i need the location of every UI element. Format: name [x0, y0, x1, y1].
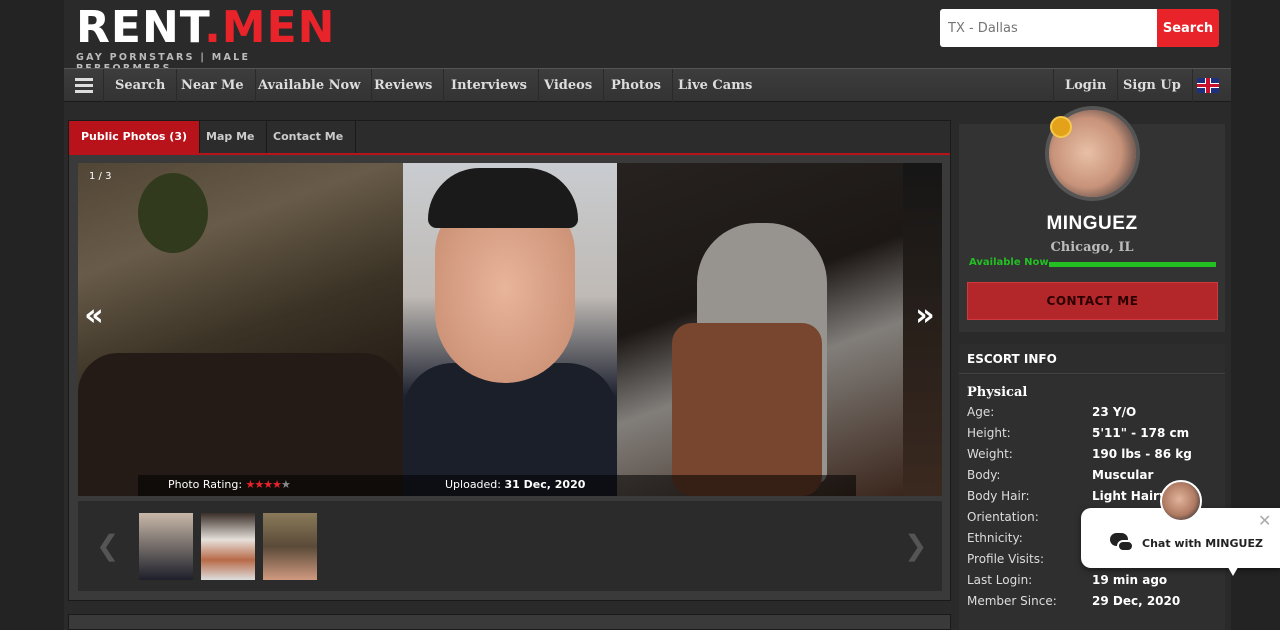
info-key: Last Login: — [967, 573, 1033, 587]
chat-label[interactable]: Chat with MINGUEZ — [1142, 537, 1263, 550]
nav-photos[interactable]: Photos — [600, 69, 673, 102]
photo-rating: Photo Rating: ★★★★★ — [168, 478, 291, 491]
chat-bubbles-icon — [1110, 533, 1134, 553]
carousel-prev-icon[interactable]: « — [79, 298, 109, 333]
info-key: Member Since: — [967, 594, 1057, 608]
info-key: Orientation: — [967, 510, 1039, 524]
menu-icon[interactable] — [64, 69, 104, 102]
info-key: Profile Visits: — [967, 552, 1044, 566]
nav-interviews[interactable]: Interviews — [440, 69, 539, 102]
info-value: Light Hairy — [1092, 489, 1167, 503]
carousel-photo-3[interactable] — [617, 163, 903, 496]
info-key: Ethnicity: — [967, 531, 1023, 545]
info-key: Body: — [967, 468, 1001, 482]
thumbnail-strip: ❮ ❯ — [78, 501, 942, 591]
uk-flag-icon[interactable] — [1197, 78, 1219, 93]
medal-icon — [1050, 116, 1072, 138]
rating-label: Photo Rating: — [168, 478, 243, 491]
nav-videos[interactable]: Videos — [533, 69, 605, 102]
location-search-input[interactable] — [940, 9, 1158, 47]
upload-date: Uploaded: 31 Dec, 2020 — [445, 478, 585, 491]
nav-search[interactable]: Search — [104, 69, 178, 102]
search-button[interactable]: Search — [1157, 9, 1219, 47]
tab-map-me[interactable]: Map Me — [194, 121, 268, 153]
profile-name: MINGUEZ — [1046, 213, 1138, 234]
lower-panel — [68, 614, 951, 630]
nav-live-cams[interactable]: Live Cams — [667, 69, 763, 102]
info-row: Age: 23 Y/O — [967, 405, 1225, 426]
thumbnail-3[interactable] — [263, 513, 317, 580]
info-row: Last Login: 19 min ago — [967, 573, 1225, 594]
info-key: Height: — [967, 426, 1011, 440]
info-value: 19 min ago — [1092, 573, 1168, 587]
nav-reviews[interactable]: Reviews — [363, 69, 445, 102]
logo-text-accent: .MEN — [204, 2, 336, 53]
carousel-photo-1[interactable] — [78, 163, 403, 496]
availability-status: Available Now — [969, 257, 1049, 268]
info-row: Weight: 190 lbs - 86 kg — [967, 447, 1225, 468]
thumbnail-1[interactable] — [139, 513, 193, 580]
escort-info-heading: ESCORT INFO — [959, 344, 1225, 374]
nav-login[interactable]: Login — [1053, 69, 1119, 102]
profile-location: Chicago, IL — [1050, 240, 1134, 255]
profile-tabs: Public Photos (3) Map Me Contact Me — [69, 121, 950, 155]
profile-card: MINGUEZ Chicago, IL Available Now CONTAC… — [959, 106, 1225, 332]
contact-me-button[interactable]: CONTACT ME — [967, 282, 1218, 320]
info-key: Body Hair: — [967, 489, 1030, 503]
chat-tail — [1225, 562, 1241, 576]
thumbs-next-icon[interactable]: ❯ — [904, 529, 927, 562]
info-key: Age: — [967, 405, 995, 419]
thumbnail-2[interactable] — [201, 513, 255, 580]
photo-carousel[interactable]: 1 / 3 « » Photo Rating: ★★★★★ Uploaded: … — [78, 163, 942, 496]
rating-stars[interactable]: ★★★★★ — [246, 478, 291, 491]
info-row: Member Since: 29 Dec, 2020 — [967, 594, 1225, 615]
logo-text: RENT — [76, 2, 205, 53]
photo-counter: 1 / 3 — [89, 171, 112, 182]
photo-panel: Public Photos (3) Map Me Contact Me 1 / … — [68, 120, 951, 601]
info-value: 190 lbs - 86 kg — [1092, 447, 1192, 461]
main-nav: Search Near Me Available Now Reviews Int… — [64, 68, 1231, 102]
info-value: 23 Y/O — [1092, 405, 1137, 419]
tab-public-photos[interactable]: Public Photos (3) — [69, 121, 201, 153]
info-value: 29 Dec, 2020 — [1092, 594, 1181, 608]
nav-available-now[interactable]: Available Now — [247, 69, 373, 102]
physical-heading: Physical — [967, 385, 1028, 400]
nav-signup[interactable]: Sign Up — [1112, 69, 1193, 102]
upload-label: Uploaded: — [445, 478, 501, 491]
thumbs-prev-icon[interactable]: ❮ — [96, 529, 119, 562]
info-key: Weight: — [967, 447, 1013, 461]
info-value: 5'11" - 178 cm — [1092, 426, 1190, 440]
nav-near-me[interactable]: Near Me — [170, 69, 256, 102]
info-row: Height: 5'11" - 178 cm — [967, 426, 1225, 447]
upload-date-value: 31 Dec, 2020 — [504, 478, 586, 491]
info-value: Muscular — [1092, 468, 1154, 482]
carousel-next-icon[interactable]: » — [910, 298, 940, 333]
chat-avatar[interactable] — [1160, 480, 1202, 522]
carousel-photo-2[interactable] — [403, 163, 617, 496]
close-icon[interactable]: ✕ — [1258, 511, 1271, 530]
tab-contact-me[interactable]: Contact Me — [261, 121, 357, 153]
availability-bar — [1049, 262, 1216, 267]
site-logo[interactable]: RENT.MEN GAY PORNSTARS | MALE PERFORMERS — [76, 6, 346, 75]
